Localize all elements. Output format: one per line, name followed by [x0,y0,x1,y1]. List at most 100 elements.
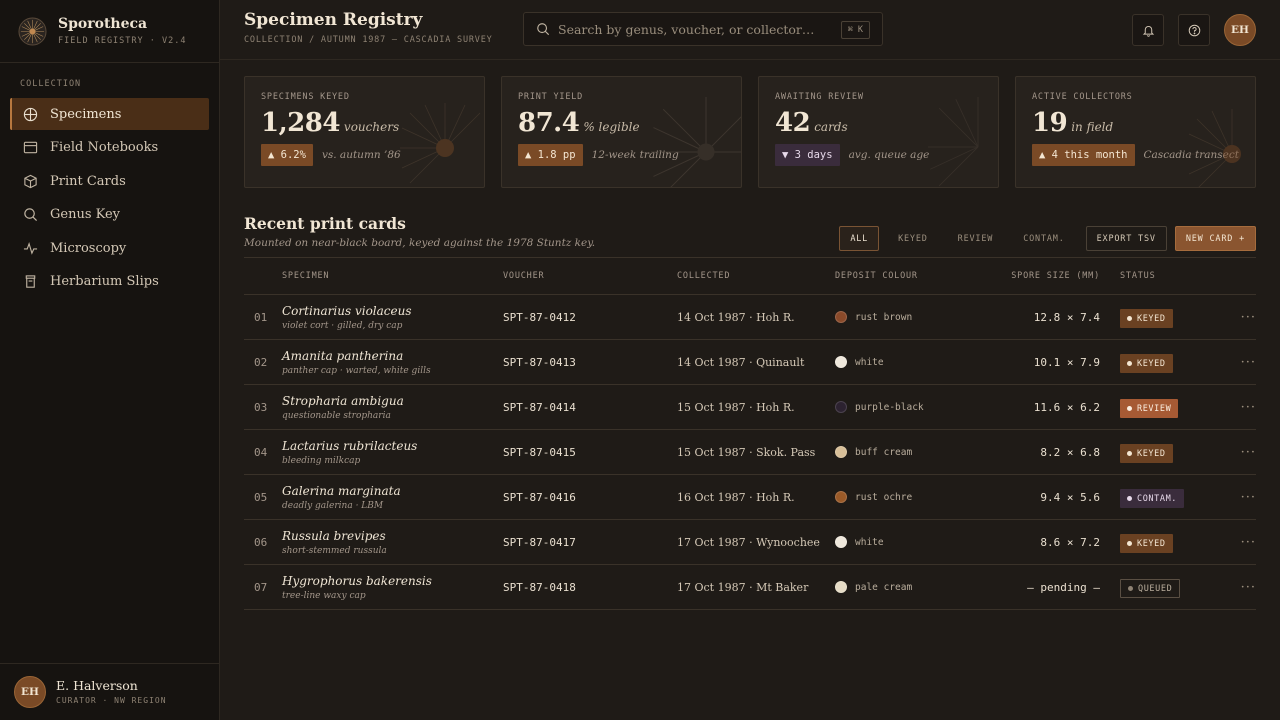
jar-icon [22,274,38,290]
row-index: 05 [254,490,268,504]
specimen-name[interactable]: Galerina marginata [282,484,503,499]
specimen-name[interactable]: Cortinarius violaceus [282,304,503,319]
filter-review[interactable]: REVIEW [947,226,1005,251]
sidebar-item-microscopy[interactable]: Microscopy [10,232,209,264]
sidebar-item-herbarium-slips[interactable]: Herbarium Slips [10,266,209,298]
stat-note: avg. queue age [848,149,930,161]
spore-burst-icon [400,103,481,184]
deposit-colour: purple-black [855,401,924,413]
specimen-name[interactable]: Stropharia ambigua [282,394,503,409]
spore-size: 12.8 × 7.4 [1033,310,1100,324]
sidebar-item-label: Microscopy [50,240,127,256]
spore-size: 8.6 × 7.2 [1040,535,1100,549]
table-row[interactable]: 02 Amanita pantherina panther cap · warted… [244,340,1256,385]
column-header-deposit[interactable]: DEPOSIT COLOUR [835,271,985,281]
deposit-colour-cell: white [835,356,985,368]
sidebar-item-genus-key[interactable]: Genus Key [10,199,209,231]
specimen-name[interactable]: Hygrophorus bakerensis [282,574,503,589]
breadcrumb: COLLECTION / AUTUMN 1987 — CASCADIA SURV… [244,35,493,45]
column-header-status[interactable]: STATUS [1100,271,1210,281]
row-more-menu-icon[interactable]: ··· [1210,490,1256,505]
status-dot [1127,496,1132,501]
specimen-name[interactable]: Amanita pantherina [282,349,503,364]
voucher-id: SPT-87-0416 [503,490,576,504]
specimen-name[interactable]: Russula brevipes [282,529,503,544]
specimen-cell: Galerina marginata deadly galerina · LBM [282,484,503,511]
voucher-id: SPT-87-0412 [503,310,576,324]
specimen-cell: Cortinarius violaceus violet cort · gille… [282,304,503,331]
row-more-menu-icon[interactable]: ··· [1210,355,1256,370]
column-header-voucher[interactable]: VOUCHER [503,271,677,281]
user-name: E. Halverson [56,678,138,693]
stat-card-print-yield: PRINT YIELD 87.4% legible ▲ 1.8 pp 12-wee… [501,76,742,188]
table-row[interactable]: 05 Galerina marginata deadly galerina · LB… [244,475,1256,520]
deposit-colour-cell: buff cream [835,446,985,458]
search-input[interactable] [558,21,828,37]
deposit-swatch [835,536,847,548]
status-cell: KEYED [1100,441,1210,463]
filter-all[interactable]: ALL [839,226,880,251]
status-cell: CONTAM. [1100,486,1210,508]
header-avatar[interactable]: EH [1224,14,1256,46]
export-tsv-button[interactable]: EXPORT TSV [1085,226,1167,251]
spore-burst-icon [1187,109,1241,187]
brand[interactable]: Sporotheca FIELD REGISTRY · V2.4 [0,0,219,63]
stat-note: vs. autumn ’86 [321,149,401,161]
user-card[interactable]: EH E. Halverson CURATOR · NW REGION [0,663,219,720]
deposit-colour: white [855,356,884,368]
collected-date-location: 16 Oct 1987 · Hoh R. [677,490,795,504]
status-label: KEYED [1137,313,1166,324]
table-row[interactable]: 01 Cortinarius violaceus violet cort · gil… [244,295,1256,340]
filter-contam[interactable]: CONTAM. [1012,226,1075,251]
stat-unit: in field [1071,120,1114,134]
specimen-cell: Hygrophorus bakerensis tree-line waxy cap [282,574,503,601]
notifications-button[interactable] [1132,14,1164,46]
help-button[interactable] [1178,14,1210,46]
deposit-colour-cell: rust ochre [835,491,985,503]
sidebar-item-field-notebooks[interactable]: Field Notebooks [10,132,209,164]
new-card-button[interactable]: NEW CARD + [1174,226,1256,251]
status-label: KEYED [1137,538,1166,549]
table-row[interactable]: 03 Stropharia ambigua questionable stropha… [244,385,1256,430]
deposit-swatch [835,581,847,593]
specimen-description: panther cap · warted, white gills [282,365,431,376]
stat-unit: % legible [583,120,640,134]
status-cell: KEYED [1100,531,1210,553]
filter-keyed[interactable]: KEYED [887,226,939,251]
deposit-swatch [835,401,847,413]
help-icon [1188,24,1200,36]
collected-date-location: 15 Oct 1987 · Skok. Pass [677,445,816,459]
status-label: KEYED [1137,448,1166,459]
sidebar-item-label: Genus Key [50,207,121,222]
specimen-name[interactable]: Lactarius rubrilacteus [282,439,503,454]
row-more-menu-icon[interactable]: ··· [1210,580,1256,595]
column-header-spore-size[interactable]: SPORE SIZE (MM) [985,271,1100,281]
row-more-menu-icon[interactable]: ··· [1210,310,1256,325]
status-badge: KEYED [1120,444,1173,463]
search-box[interactable]: ⌘ K [523,12,883,46]
section-title: Recent print cards [244,214,406,233]
row-more-menu-icon[interactable]: ··· [1210,400,1256,415]
spore-size: — pending — [1027,580,1100,594]
sidebar-item-specimens[interactable]: Specimens [10,98,209,130]
deposit-colour: pale cream [855,581,913,593]
deposit-colour: buff cream [855,446,913,458]
row-more-menu-icon[interactable]: ··· [1210,535,1256,550]
specimen-description: questionable stropharia [282,410,391,421]
table-row[interactable]: 07 Hygrophorus bakerensis tree-line waxy c… [244,565,1256,610]
spore-size: 10.1 × 7.9 [1033,355,1100,369]
specimen-description: tree-line waxy cap [282,590,366,601]
table-row[interactable]: 06 Russula brevipes short-stemmed russula S… [244,520,1256,565]
status-dot [1127,361,1132,366]
specimen-description: short-stemmed russula [282,545,387,556]
column-header-specimen[interactable]: SPECIMEN [282,271,503,281]
bell-icon [1142,25,1154,37]
sidebar-item-print-cards[interactable]: Print Cards [10,165,209,197]
column-header-collected[interactable]: COLLECTED [677,271,835,281]
status-label: KEYED [1137,358,1166,369]
user-role: CURATOR · NW REGION [56,696,167,705]
pulse-icon [22,240,38,256]
table-row[interactable]: 04 Lactarius rubrilacteus bleeding milkcap… [244,430,1256,475]
row-more-menu-icon[interactable]: ··· [1210,445,1256,460]
voucher-id: SPT-87-0415 [503,445,576,459]
